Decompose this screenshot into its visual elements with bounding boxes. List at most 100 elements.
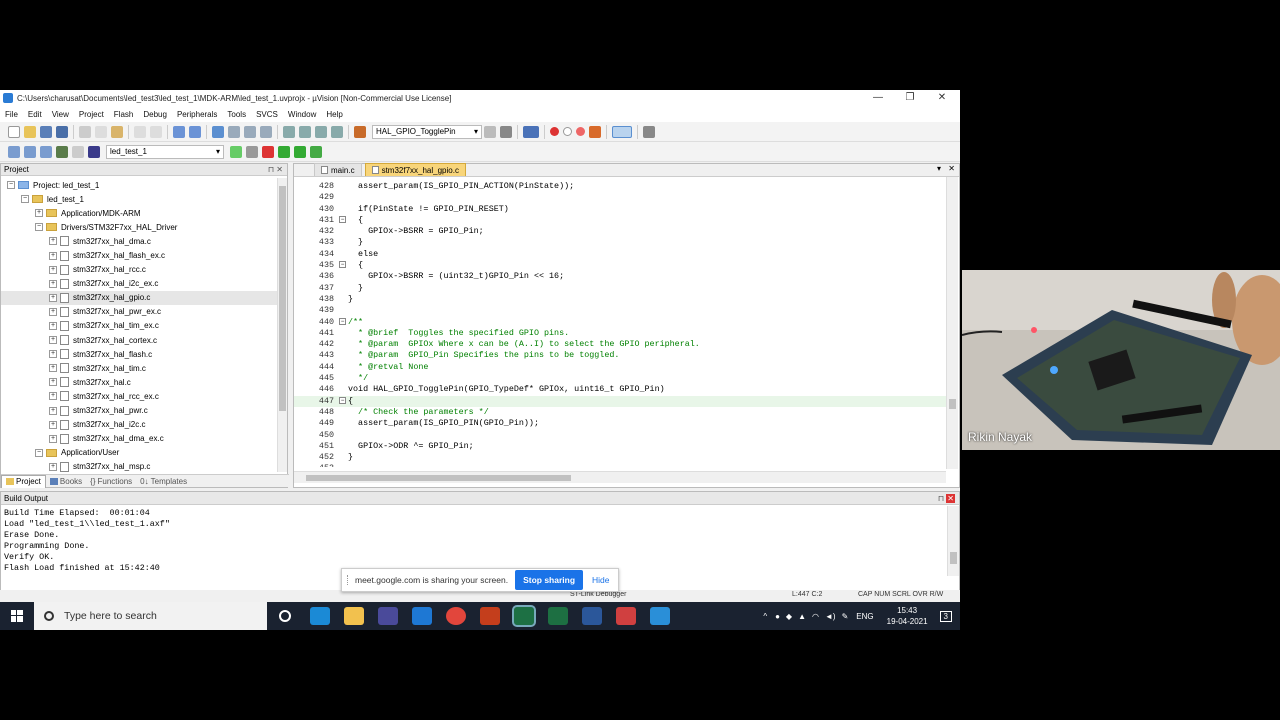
tree-root[interactable]: − Project: led_test_1 xyxy=(1,178,277,192)
tree-file[interactable]: + stm32f7xx_hal_pwr.c xyxy=(1,404,277,418)
code-line[interactable]: 440−/** xyxy=(294,317,946,328)
network-icon[interactable]: ▲ xyxy=(798,612,806,621)
expand-icon[interactable]: + xyxy=(49,293,57,302)
code-area[interactable]: 428 assert_param(IS_GPIO_PIN_ACTION(PinS… xyxy=(294,181,946,467)
close-tab-icon[interactable]: ✕ xyxy=(948,164,955,173)
undo-icon[interactable] xyxy=(134,125,146,138)
code-line[interactable]: 432 GPIOx->BSRR = GPIO_Pin; xyxy=(294,226,946,237)
chrome-icon[interactable] xyxy=(446,607,466,625)
collapse-icon[interactable]: − xyxy=(7,181,15,190)
expand-icon[interactable]: + xyxy=(49,279,57,288)
code-line[interactable]: 436 GPIOx->BSRR = (uint32_t)GPIO_Pin << … xyxy=(294,271,946,282)
scroll-thumb[interactable] xyxy=(306,475,571,481)
maximize-button[interactable]: ❐ xyxy=(894,90,926,106)
tree-file[interactable]: + stm32f7xx_hal_rcc_ex.c xyxy=(1,389,277,403)
collapse-icon[interactable]: − xyxy=(35,223,43,232)
translate-icon[interactable] xyxy=(8,145,20,158)
tab-books[interactable]: Books xyxy=(46,477,86,486)
code-line[interactable]: 430 if(PinState != GPIO_PIN_RESET) xyxy=(294,204,946,215)
tree-file[interactable]: + stm32f7xx_hal_gpio.c xyxy=(1,290,277,305)
store-icon[interactable] xyxy=(378,607,398,625)
expand-icon[interactable]: + xyxy=(49,364,57,373)
expand-icon[interactable]: + xyxy=(49,336,57,345)
debug-session-icon[interactable] xyxy=(523,125,539,138)
copy-icon[interactable] xyxy=(95,125,107,138)
tree-file[interactable]: + stm32f7xx_hal_rcc.c xyxy=(1,263,277,277)
tree-file[interactable]: + stm32f7xx_hal.c xyxy=(1,375,277,389)
code-line[interactable]: 442 * @param GPIOx Where x can be (A..I)… xyxy=(294,339,946,350)
pin-close-icons[interactable]: ⊓ ✕ xyxy=(268,164,287,175)
expand-icon[interactable]: + xyxy=(49,350,57,359)
code-line[interactable]: 443 * @param GPIO_Pin Specifies the pins… xyxy=(294,350,946,361)
clear-bookmarks-icon[interactable] xyxy=(260,125,272,138)
fold-gutter[interactable]: − xyxy=(336,260,348,271)
security-icon[interactable] xyxy=(650,607,670,625)
stop-sharing-button[interactable]: Stop sharing xyxy=(515,570,584,590)
show-hidden-icons[interactable]: ^ xyxy=(763,612,767,621)
fold-toggle-icon[interactable]: − xyxy=(339,215,346,223)
fold-toggle-icon[interactable]: − xyxy=(339,396,346,404)
select-packs-icon[interactable] xyxy=(278,145,290,158)
menu-file[interactable]: File xyxy=(0,110,23,119)
incremental-find-icon[interactable] xyxy=(500,125,512,138)
tree-file[interactable]: + stm32f7xx_hal_pwr_ex.c xyxy=(1,305,277,319)
collapse-icon[interactable]: − xyxy=(35,448,43,457)
save-all-icon[interactable] xyxy=(56,125,68,138)
menu-tools[interactable]: Tools xyxy=(222,110,251,119)
excel-icon[interactable] xyxy=(548,607,568,625)
code-line[interactable]: 428 assert_param(IS_GPIO_PIN_ACTION(PinS… xyxy=(294,181,946,192)
expand-icon[interactable]: + xyxy=(49,251,57,260)
uvision-taskbar-icon[interactable] xyxy=(512,605,536,627)
clock[interactable]: 15:43 19-04-2021 xyxy=(887,605,928,627)
expand-icon[interactable]: + xyxy=(49,420,57,429)
fold-gutter[interactable]: − xyxy=(336,215,348,226)
tree-file[interactable]: + stm32f7xx_hal_i2c.c xyxy=(1,418,277,432)
tree-group[interactable]: + Application/MDK-ARM xyxy=(1,206,277,220)
file-explorer-icon[interactable] xyxy=(344,607,364,625)
disable-breakpoint-icon[interactable] xyxy=(563,127,572,136)
expand-icon[interactable]: + xyxy=(49,392,57,401)
menu-project[interactable]: Project xyxy=(74,110,109,119)
minimize-button[interactable]: — xyxy=(862,90,894,106)
expand-icon[interactable]: + xyxy=(49,378,57,387)
tab-project[interactable]: Project xyxy=(1,474,46,488)
wrench-icon[interactable] xyxy=(643,125,655,138)
code-line[interactable]: 429 xyxy=(294,192,946,203)
mail-icon[interactable] xyxy=(412,607,432,625)
wifi-icon[interactable]: ◠ xyxy=(812,612,819,621)
tree-target[interactable]: − led_test_1 xyxy=(1,192,277,206)
menu-view[interactable]: View xyxy=(47,110,74,119)
taskbar-search[interactable]: Type here to search xyxy=(34,602,267,630)
close-button[interactable]: ✕ xyxy=(926,90,958,106)
tree-group[interactable]: − Application/User xyxy=(1,446,277,460)
comment-icon[interactable] xyxy=(315,125,327,138)
tab-hal-gpio-c[interactable]: stm32f7xx_hal_gpio.c xyxy=(364,163,466,176)
indent-icon[interactable] xyxy=(283,125,295,138)
language-indicator[interactable]: ENG xyxy=(856,612,873,621)
fold-gutter[interactable]: − xyxy=(336,396,348,407)
uncomment-icon[interactable] xyxy=(331,125,343,138)
menu-edit[interactable]: Edit xyxy=(23,110,47,119)
function-combo[interactable]: HAL_GPIO_TogglePin ▾ xyxy=(372,124,482,139)
code-line[interactable]: 445 */ xyxy=(294,373,946,384)
expand-icon[interactable]: + xyxy=(49,434,57,443)
configure-icon[interactable] xyxy=(589,125,601,138)
fold-toggle-icon[interactable]: − xyxy=(339,317,346,325)
run-time-environment-icon[interactable] xyxy=(310,145,322,158)
window-layout-icon[interactable] xyxy=(612,125,632,138)
code-line[interactable]: 437 } xyxy=(294,283,946,294)
manage-runtime-icon[interactable] xyxy=(262,145,274,158)
drag-handle[interactable] xyxy=(347,575,349,585)
expand-icon[interactable]: + xyxy=(49,265,57,274)
menu-flash[interactable]: Flash xyxy=(109,110,139,119)
tree-file[interactable]: + stm32f7xx_hal_msp.c xyxy=(1,460,277,472)
project-scrollbar[interactable] xyxy=(277,178,287,472)
pin-close-icons[interactable]: ⊓ ✕ xyxy=(938,492,959,504)
redo-icon[interactable] xyxy=(150,125,162,138)
next-bookmark-icon[interactable] xyxy=(244,125,256,138)
tree-file[interactable]: + stm32f7xx_hal_tim_ex.c xyxy=(1,319,277,333)
code-line[interactable]: 450 xyxy=(294,430,946,441)
find-in-files-icon[interactable] xyxy=(354,125,366,138)
tab-main-c[interactable]: main.c xyxy=(314,163,362,176)
rebuild-icon[interactable] xyxy=(40,145,52,158)
